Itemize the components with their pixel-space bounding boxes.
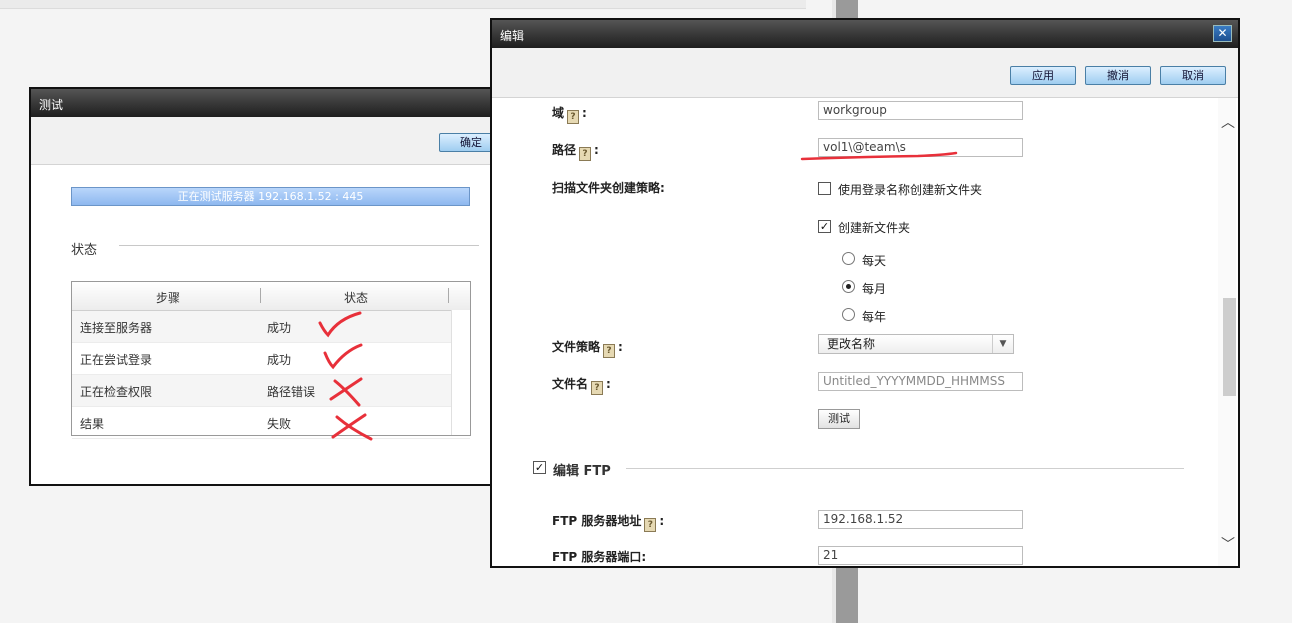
underline-annotation	[800, 151, 958, 161]
ftp-port-input[interactable]: 21	[818, 546, 1023, 565]
radio-monthly-label: 每月	[862, 282, 887, 296]
ftp-section-checkbox[interactable]: ✓	[533, 461, 546, 474]
header-separator	[448, 288, 449, 303]
edit-form: 域?: workgroup 路径?: vol1\@team\s 扫描文件夹创建策…	[492, 98, 1220, 566]
radio-yearly-label: 每年	[862, 310, 887, 324]
status-section-divider	[119, 245, 479, 246]
status-cell: 成功	[267, 321, 292, 335]
background-top-bar	[0, 0, 806, 9]
test-dialog-title: 测试	[31, 89, 517, 117]
revert-button[interactable]: 撤消	[1085, 66, 1151, 85]
check-mark-annotation	[318, 311, 362, 338]
cancel-button[interactable]: 取消	[1160, 66, 1226, 85]
domain-label: 域?:	[552, 106, 587, 124]
step-cell: 连接至服务器	[80, 321, 153, 335]
create-new-folder-label: 创建新文件夹	[838, 221, 911, 235]
file-name-input[interactable]: Untitled_YYYYMMDD_HHMMSS	[818, 372, 1023, 391]
table-row: 连接至服务器 成功	[72, 311, 470, 343]
status-cell: 路径错误	[267, 385, 316, 399]
status-table: 步骤 状态 连接至服务器 成功 正在尝试登录 成功 正在检查权限 路径错误 结果…	[71, 281, 471, 439]
chevron-up-icon[interactable]: ︿	[1221, 112, 1235, 132]
table-row: 正在尝试登录 成功	[72, 343, 470, 375]
domain-input[interactable]: workgroup	[818, 101, 1023, 120]
scroll-thumb[interactable]	[1223, 298, 1236, 396]
path-label-text: 路径	[552, 143, 577, 157]
test-dialog: 测试 确定 正在测试服务器 192.168.1.52 : 445 状态 步骤 状…	[29, 87, 519, 486]
status-cell: 成功	[267, 353, 292, 367]
status-cell: 失败	[267, 417, 292, 431]
chevron-down-icon[interactable]: ▼	[992, 335, 1013, 353]
step-cell: 正在检查权限	[80, 385, 153, 399]
ftp-section-title: 编辑 FTP	[553, 464, 611, 479]
table-row: 正在检查权限 路径错误	[72, 375, 470, 407]
edit-dialog-toolbar: 应用 撤消 取消	[492, 48, 1238, 98]
status-table-body: 连接至服务器 成功 正在尝试登录 成功 正在检查权限 路径错误 结果 失败	[72, 311, 470, 439]
file-policy-select[interactable]: 更改名称 ▼	[818, 334, 1014, 354]
edit-dialog: 编辑 ✕ 应用 撤消 取消 域?: workgroup 路径?: vol1\@t…	[490, 18, 1240, 568]
ftp-address-label-text: FTP 服务器地址	[552, 514, 642, 528]
help-icon[interactable]: ?	[567, 110, 580, 124]
test-progress-bar: 正在测试服务器 192.168.1.52 : 445	[71, 187, 470, 206]
header-status: 状态	[344, 291, 369, 305]
file-policy-label-text: 文件策略	[552, 340, 601, 354]
step-cell: 结果	[80, 417, 105, 431]
status-table-header: 步骤 状态	[72, 282, 470, 311]
edit-form-scrollbar[interactable]: ︿ ﹀	[1218, 98, 1236, 566]
step-cell: 正在尝试登录	[80, 353, 153, 367]
file-name-label-text: 文件名	[552, 377, 589, 391]
file-name-label: 文件名?:	[552, 377, 611, 395]
ftp-port-label: FTP 服务器端口:	[552, 550, 647, 564]
close-icon[interactable]: ✕	[1213, 25, 1232, 42]
create-new-folder-checkbox[interactable]: ✓	[818, 220, 831, 233]
ftp-section-divider	[626, 468, 1184, 469]
test-button[interactable]: 测试	[818, 409, 860, 429]
path-label: 路径?:	[552, 143, 599, 161]
edit-dialog-title: 编辑	[492, 20, 1238, 48]
ftp-address-input[interactable]: 192.168.1.52	[818, 510, 1023, 529]
use-login-name-label: 使用登录名称创建新文件夹	[838, 183, 983, 197]
radio-daily[interactable]	[842, 252, 855, 265]
ftp-address-label: FTP 服务器地址?:	[552, 514, 665, 532]
cross-mark-annotation	[329, 377, 363, 407]
header-step: 步骤	[156, 291, 181, 305]
check-mark-annotation	[323, 343, 363, 370]
header-separator	[260, 288, 261, 303]
file-policy-value: 更改名称	[827, 337, 876, 351]
radio-monthly[interactable]	[842, 280, 855, 293]
radio-yearly[interactable]	[842, 308, 855, 321]
status-table-scrollbar[interactable]	[451, 310, 470, 435]
chevron-down-icon[interactable]: ﹀	[1221, 534, 1235, 554]
file-policy-label: 文件策略?:	[552, 340, 623, 358]
scan-policy-label: 扫描文件夹创建策略:	[552, 181, 665, 195]
cross-mark-annotation	[331, 413, 373, 441]
help-icon[interactable]: ?	[644, 518, 657, 532]
test-dialog-toolbar: 确定	[31, 117, 517, 165]
help-icon[interactable]: ?	[579, 147, 592, 161]
status-section-title: 状态	[71, 243, 98, 258]
radio-daily-label: 每天	[862, 254, 887, 268]
use-login-name-checkbox[interactable]	[818, 182, 831, 195]
help-icon[interactable]: ?	[591, 381, 604, 395]
apply-button[interactable]: 应用	[1010, 66, 1076, 85]
help-icon[interactable]: ?	[603, 344, 616, 358]
domain-label-text: 域	[552, 106, 565, 120]
table-row: 结果 失败	[72, 407, 470, 439]
